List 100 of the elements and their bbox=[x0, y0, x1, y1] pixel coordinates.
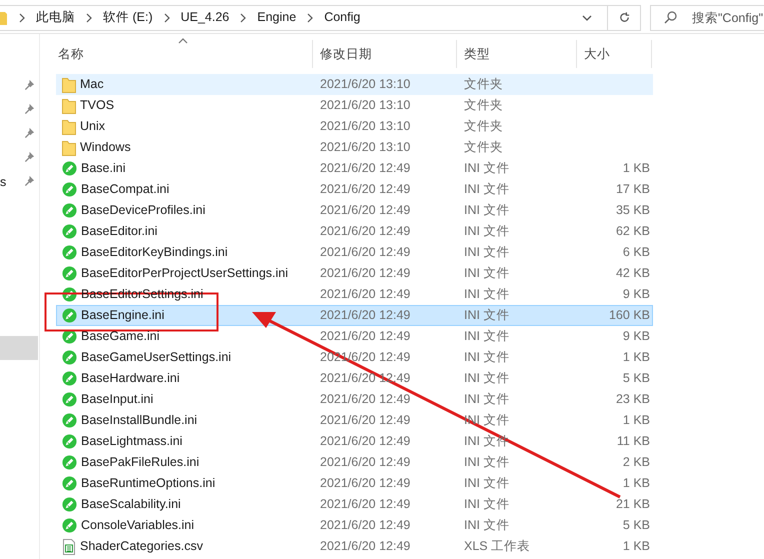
file-type: INI 文件 bbox=[463, 475, 510, 492]
pin-icon[interactable] bbox=[24, 127, 35, 138]
breadcrumb-item[interactable]: Engine bbox=[257, 8, 296, 27]
file-type: INI 文件 bbox=[463, 496, 510, 514]
file-row[interactable]: BaseEditorKeyBindings.ini 2021/6/20 12:49 INI 文件 6 KB bbox=[56, 242, 653, 263]
file-row[interactable]: ShaderCategories.csv 2021/6/20 12:49 XLS 工作表 1 KB bbox=[56, 536, 653, 557]
pencil-badge-icon bbox=[62, 182, 77, 197]
file-type: 文件夹 bbox=[463, 118, 504, 136]
column-header[interactable]: 类型 bbox=[457, 40, 577, 68]
refresh-icon bbox=[618, 11, 630, 24]
file-row[interactable]: BaseScalability.ini 2021/6/20 12:49 INI 文件 21 KB bbox=[56, 494, 653, 515]
file-row[interactable]: BaseEngine.ini 2021/6/20 12:49 INI 文件 160 KB bbox=[56, 305, 653, 326]
breadcrumb-item[interactable]: UE_4.26 bbox=[180, 8, 230, 27]
sort-caret-icon bbox=[178, 38, 188, 44]
file-type: INI 文件 bbox=[463, 244, 510, 262]
file-row[interactable]: Base.ini 2021/6/20 12:49 INI 文件 1 KB bbox=[56, 158, 653, 179]
modified-date: 2021/6/20 12:49 bbox=[319, 517, 412, 534]
breadcrumb-item[interactable]: Config bbox=[324, 8, 360, 27]
modified-date: 2021/6/20 12:49 bbox=[319, 181, 412, 198]
chevron-right-icon[interactable] bbox=[85, 12, 93, 22]
file-size: 1 KB bbox=[622, 349, 650, 366]
spreadsheet-file-icon bbox=[62, 538, 76, 554]
file-name: BaseEditorPerProjectUserSettings.ini bbox=[81, 265, 288, 282]
modified-date: 2021/6/20 13:10 bbox=[319, 139, 412, 156]
file-row[interactable]: BaseInput.ini 2021/6/20 12:49 INI 文件 23 KB bbox=[56, 389, 653, 410]
file-type: INI 文件 bbox=[463, 181, 510, 198]
modified-date: 2021/6/20 12:49 bbox=[319, 496, 412, 514]
pencil-badge-icon bbox=[62, 434, 77, 449]
pin-icon[interactable] bbox=[24, 103, 35, 114]
search-field[interactable]: 搜索"Config" bbox=[650, 4, 764, 30]
breadcrumb-item[interactable]: 此电脑 bbox=[36, 8, 75, 27]
file-name: Mac bbox=[80, 76, 104, 94]
file-type: INI 文件 bbox=[463, 265, 510, 282]
file-row[interactable]: BaseDeviceProfiles.ini 2021/6/20 12:49 INI 文件 35 KB bbox=[56, 200, 653, 221]
file-size: 9 KB bbox=[622, 286, 650, 304]
pencil-badge-icon bbox=[62, 350, 77, 365]
chevron-right-icon[interactable] bbox=[306, 12, 314, 22]
file-type: INI 文件 bbox=[463, 223, 510, 240]
modified-date: 2021/6/20 12:49 bbox=[319, 307, 412, 324]
pencil-badge-icon bbox=[62, 371, 77, 386]
modified-date: 2021/6/20 12:49 bbox=[319, 454, 412, 472]
file-row[interactable]: BaseRuntimeOptions.ini 2021/6/20 12:49 INI 文件 1 KB bbox=[56, 473, 653, 494]
file-size: 160 KB bbox=[608, 307, 650, 324]
file-row[interactable]: BasePakFileRules.ini 2021/6/20 12:49 INI 文件 2 KB bbox=[56, 452, 653, 473]
file-size: 62 KB bbox=[614, 223, 650, 240]
nav-item-label[interactable]: s bbox=[0, 173, 6, 192]
file-row[interactable]: Mac 2021/6/20 13:10 文件夹 bbox=[56, 74, 653, 95]
pin-icon[interactable] bbox=[24, 151, 35, 162]
chevron-right-icon[interactable] bbox=[18, 12, 26, 22]
pin-icon[interactable] bbox=[24, 175, 35, 186]
pin-icon[interactable] bbox=[24, 79, 35, 90]
modified-date: 2021/6/20 12:49 bbox=[319, 412, 412, 430]
pencil-badge-icon bbox=[62, 476, 77, 491]
modified-date: 2021/6/20 12:49 bbox=[319, 433, 412, 450]
modified-date: 2021/6/20 13:10 bbox=[319, 118, 412, 136]
breadcrumb-item[interactable]: 软件 (E:) bbox=[103, 8, 153, 27]
column-header[interactable]: 修改日期 bbox=[313, 40, 457, 68]
column-header[interactable]: 大小 bbox=[577, 40, 652, 68]
file-type: 文件夹 bbox=[463, 76, 504, 94]
file-row[interactable]: BaseEditorPerProjectUserSettings.ini 2021/6/20 12:49 INI 文件 42 KB bbox=[56, 263, 653, 284]
folder-icon bbox=[62, 98, 76, 114]
file-row[interactable]: TVOS 2021/6/20 13:10 文件夹 bbox=[56, 95, 653, 116]
file-type: 文件夹 bbox=[463, 97, 504, 114]
file-name: BaseHardware.ini bbox=[81, 370, 180, 388]
file-size: 1 KB bbox=[622, 475, 650, 492]
modified-date: 2021/6/20 12:49 bbox=[319, 538, 412, 556]
pencil-badge-icon bbox=[62, 203, 77, 218]
folder-icon bbox=[0, 10, 8, 24]
file-name: BaseInput.ini bbox=[81, 391, 154, 408]
chevron-right-icon[interactable] bbox=[239, 12, 248, 22]
modified-date: 2021/6/20 12:49 bbox=[319, 265, 412, 282]
chevron-right-icon[interactable] bbox=[162, 12, 171, 22]
file-row[interactable]: BaseCompat.ini 2021/6/20 12:49 INI 文件 17 KB bbox=[56, 179, 653, 200]
file-type: INI 文件 bbox=[463, 160, 510, 178]
file-type: INI 文件 bbox=[463, 328, 510, 346]
file-row[interactable]: BaseGame.ini 2021/6/20 12:49 INI 文件 9 KB bbox=[56, 326, 653, 347]
file-size: 9 KB bbox=[622, 328, 650, 346]
file-row[interactable]: Windows 2021/6/20 13:10 文件夹 bbox=[56, 137, 653, 158]
modified-date: 2021/6/20 12:49 bbox=[319, 160, 412, 178]
file-row[interactable]: Unix 2021/6/20 13:10 文件夹 bbox=[56, 116, 653, 137]
file-name: BaseRuntimeOptions.ini bbox=[81, 475, 216, 492]
file-row[interactable]: ConsoleVariables.ini 2021/6/20 12:49 INI 文件 5 KB bbox=[56, 515, 653, 536]
modified-date: 2021/6/20 12:49 bbox=[319, 286, 412, 304]
pencil-badge-icon bbox=[62, 392, 77, 407]
modified-date: 2021/6/20 13:10 bbox=[319, 76, 412, 94]
file-name: TVOS bbox=[80, 97, 114, 114]
file-size: 23 KB bbox=[614, 391, 650, 408]
file-size: 21 KB bbox=[614, 496, 650, 514]
column-header[interactable]: 名称 bbox=[56, 40, 313, 68]
file-name: BaseEngine.ini bbox=[81, 307, 164, 324]
folder-icon bbox=[62, 140, 76, 156]
modified-date: 2021/6/20 12:49 bbox=[319, 202, 412, 220]
file-row[interactable]: BaseEditor.ini 2021/6/20 12:49 INI 文件 62 KB bbox=[56, 221, 653, 242]
file-name: BaseLightmass.ini bbox=[81, 433, 182, 450]
file-name: BaseGameUserSettings.ini bbox=[81, 349, 232, 366]
file-type: XLS 工作表 bbox=[463, 538, 532, 556]
file-name: BaseEditor.ini bbox=[81, 223, 158, 240]
pencil-badge-icon bbox=[62, 518, 77, 533]
file-type: INI 文件 bbox=[463, 307, 510, 324]
folder-icon bbox=[62, 118, 76, 134]
